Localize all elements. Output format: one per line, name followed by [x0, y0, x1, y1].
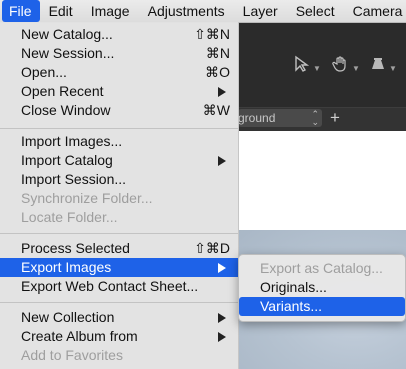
menu-item-create-album-from[interactable]: Create Album from — [0, 327, 238, 346]
menu-item-close-window[interactable]: Close Window ⌘W — [0, 101, 238, 120]
menu-item-export-web-contact-sheet[interactable]: Export Web Contact Sheet... — [0, 277, 238, 296]
menu-edit[interactable]: Edit — [40, 0, 82, 22]
menu-item-label: Close Window — [21, 102, 111, 118]
submenu-item-originals[interactable]: Originals... — [239, 278, 405, 297]
shortcut-label: ⌘W — [202, 102, 230, 118]
menu-select[interactable]: Select — [287, 0, 344, 22]
submenu-arrow-icon — [218, 87, 226, 97]
menu-item-new-collection[interactable]: New Collection — [0, 308, 238, 327]
background-select-value: ground — [238, 111, 276, 125]
stepper-icon: ⌃ ⌄ — [311, 109, 319, 127]
menu-item-open-recent[interactable]: Open Recent — [0, 82, 238, 101]
shortcut-label: ⌘N — [205, 45, 230, 61]
menu-image[interactable]: Image — [82, 0, 139, 22]
cursor-tool-icon[interactable]: ▼ — [293, 55, 321, 75]
menu-item-export-images[interactable]: Export Images — [0, 258, 238, 277]
menu-item-import-images[interactable]: Import Images... — [0, 132, 238, 151]
menu-separator — [0, 302, 238, 303]
menu-item-label: New Catalog... — [21, 26, 113, 42]
submenu-arrow-icon — [218, 263, 226, 273]
menu-item-label: Import Session... — [21, 171, 127, 187]
submenu-item-label: Originals... — [260, 279, 327, 295]
menu-item-process-selected[interactable]: Process Selected ⇧⌘D — [0, 239, 238, 258]
menu-item-import-session[interactable]: Import Session... — [0, 170, 238, 189]
export-images-submenu: Export as Catalog... Originals... Varian… — [238, 254, 406, 322]
menu-item-label: Export Images — [21, 259, 112, 275]
viewer-area — [238, 131, 406, 230]
menu-bar: File Edit Image Adjustments Layer Select… — [0, 0, 406, 23]
menu-item-label: Process Selected — [21, 240, 130, 256]
menu-item-new-catalog[interactable]: New Catalog... ⇧⌘N — [0, 25, 238, 44]
menu-layer[interactable]: Layer — [234, 0, 287, 22]
menu-separator — [0, 233, 238, 234]
submenu-item-label: Variants... — [260, 298, 322, 314]
menu-item-label: Create Album from — [21, 328, 138, 344]
menu-file[interactable]: File — [2, 0, 40, 22]
submenu-item-label: Export as Catalog... — [260, 260, 383, 276]
menu-item-new-session[interactable]: New Session... ⌘N — [0, 44, 238, 63]
menu-item-locate-folder: Locate Folder... — [0, 208, 238, 227]
submenu-arrow-icon — [218, 156, 226, 166]
menu-item-synchronize-folder: Synchronize Folder... — [0, 189, 238, 208]
submenu-arrow-icon — [218, 313, 226, 323]
menu-adjustments[interactable]: Adjustments — [139, 0, 234, 22]
app-toolbar: ▼ ▼ ▼ — [238, 23, 406, 107]
menu-item-label: Synchronize Folder... — [21, 190, 153, 206]
submenu-item-variants[interactable]: Variants... — [239, 297, 405, 316]
background-select[interactable]: ground ⌃ ⌄ — [238, 109, 322, 127]
pan-hand-tool-icon[interactable]: ▼ — [332, 55, 360, 75]
menu-item-label: Add to Favorites — [21, 347, 123, 363]
add-icon[interactable]: + — [330, 108, 340, 128]
shortcut-label: ⇧⌘D — [194, 240, 230, 256]
shortcut-label: ⌘O — [205, 64, 230, 80]
file-menu: New Catalog... ⇧⌘N New Session... ⌘N Ope… — [0, 22, 239, 369]
menu-item-import-catalog[interactable]: Import Catalog — [0, 151, 238, 170]
menu-item-label: Import Images... — [21, 133, 123, 149]
shortcut-label: ⇧⌘N — [194, 26, 230, 42]
menu-item-label: Export Web Contact Sheet... — [21, 278, 199, 294]
submenu-item-export-as-catalog: Export as Catalog... — [239, 259, 405, 278]
menu-camera[interactable]: Camera — [344, 0, 406, 22]
submenu-arrow-icon — [218, 332, 226, 342]
menu-item-open[interactable]: Open... ⌘O — [0, 63, 238, 82]
menu-separator — [0, 128, 238, 129]
menu-item-label: Open... — [21, 64, 67, 80]
menu-item-label: New Collection — [21, 309, 115, 325]
menu-item-label: New Session... — [21, 45, 115, 61]
menu-item-label: Import Catalog — [21, 152, 113, 168]
menu-item-add-to-favorites: Add to Favorites — [0, 346, 238, 365]
menu-item-label: Locate Folder... — [21, 209, 118, 225]
menu-item-label: Open Recent — [21, 83, 104, 99]
crop-tool-icon[interactable]: ▼ — [369, 55, 397, 75]
